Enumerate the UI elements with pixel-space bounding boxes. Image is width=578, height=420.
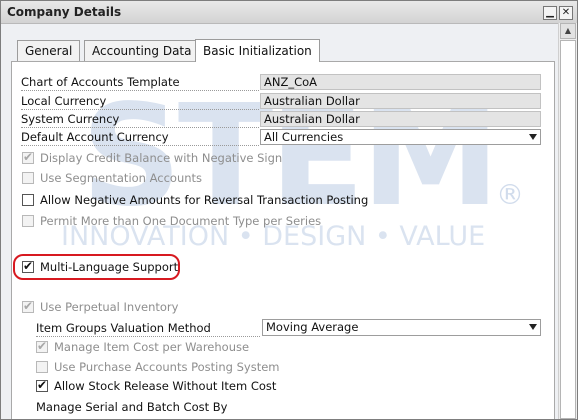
default-account-currency-select[interactable]: All Currencies bbox=[260, 129, 541, 145]
title-bar: Company Details ▁ ✕ bbox=[1, 1, 577, 24]
checkmark-icon: ✔ bbox=[37, 339, 48, 353]
allow-stock-release-checkbox[interactable]: ✔ bbox=[36, 378, 48, 392]
scrollbar-thumb[interactable] bbox=[560, 40, 576, 419]
system-currency-field: Australian Dollar bbox=[260, 111, 541, 127]
checkmark-icon: ✔ bbox=[23, 259, 34, 273]
item-groups-valuation-label: Item Groups Valuation Method bbox=[36, 320, 260, 337]
window-title: Company Details bbox=[7, 5, 122, 19]
use-segmentation-accounts-label: Use Segmentation Accounts bbox=[40, 171, 203, 185]
use-perpetual-inventory-label: Use Perpetual Inventory bbox=[40, 300, 179, 314]
use-segmentation-accounts-checkbox bbox=[22, 172, 34, 184]
default-account-currency-label: Default Account Currency bbox=[21, 129, 259, 146]
manage-serial-batch-cost-label: Manage Serial and Batch Cost By bbox=[36, 400, 228, 414]
use-perpetual-inventory-checkbox: ✔ bbox=[22, 299, 34, 313]
item-groups-valuation-value: Moving Average bbox=[266, 320, 359, 334]
multi-language-support-label: Multi-Language Support bbox=[40, 260, 179, 274]
system-currency-label: System Currency bbox=[21, 111, 259, 128]
vertical-scrollbar[interactable]: ▲ bbox=[558, 23, 577, 419]
checkmark-icon: ✔ bbox=[23, 150, 34, 164]
tab-basic-initialization[interactable]: Basic Initialization bbox=[195, 39, 320, 62]
scroll-up-arrow-icon[interactable]: ▲ bbox=[560, 23, 576, 39]
permit-multiple-document-types-label: Permit More than One Document Type per S… bbox=[40, 214, 322, 228]
permit-multiple-document-types-checkbox bbox=[22, 215, 34, 227]
checkmark-icon: ✔ bbox=[37, 378, 48, 392]
display-credit-balance-checkbox: ✔ bbox=[22, 150, 34, 164]
company-details-window: Company Details ▁ ✕ General Accounting D… bbox=[0, 0, 578, 420]
manage-item-cost-per-warehouse-label: Manage Item Cost per Warehouse bbox=[54, 340, 250, 354]
multi-language-support-checkbox[interactable]: ✔ bbox=[22, 259, 34, 273]
tab-general[interactable]: General bbox=[17, 40, 81, 61]
manage-item-cost-per-warehouse-checkbox: ✔ bbox=[36, 339, 48, 353]
checkmark-icon: ✔ bbox=[23, 299, 34, 313]
display-credit-balance-label: Display Credit Balance with Negative Sig… bbox=[40, 151, 283, 165]
dropdown-arrow-icon[interactable] bbox=[529, 134, 537, 140]
minimize-icon[interactable]: ▁ bbox=[543, 6, 557, 20]
tab-accounting-data[interactable]: Accounting Data bbox=[84, 40, 200, 61]
use-purchase-accounts-posting-checkbox bbox=[36, 361, 48, 373]
local-currency-label: Local Currency bbox=[21, 93, 259, 110]
dropdown-arrow-icon[interactable] bbox=[529, 324, 537, 330]
chart-of-accounts-field: ANZ_CoA bbox=[260, 74, 541, 90]
use-purchase-accounts-posting-label: Use Purchase Accounts Posting System bbox=[54, 360, 280, 374]
chart-of-accounts-label: Chart of Accounts Template bbox=[21, 74, 259, 91]
default-account-currency-value: All Currencies bbox=[264, 130, 344, 144]
allow-stock-release-label: Allow Stock Release Without Item Cost bbox=[54, 379, 277, 393]
allow-negative-amounts-checkbox[interactable] bbox=[22, 194, 34, 206]
local-currency-field: Australian Dollar bbox=[260, 93, 541, 109]
allow-negative-amounts-label: Allow Negative Amounts for Reversal Tran… bbox=[40, 193, 369, 207]
close-icon[interactable]: ✕ bbox=[559, 6, 573, 20]
item-groups-valuation-select[interactable]: Moving Average bbox=[262, 319, 541, 336]
